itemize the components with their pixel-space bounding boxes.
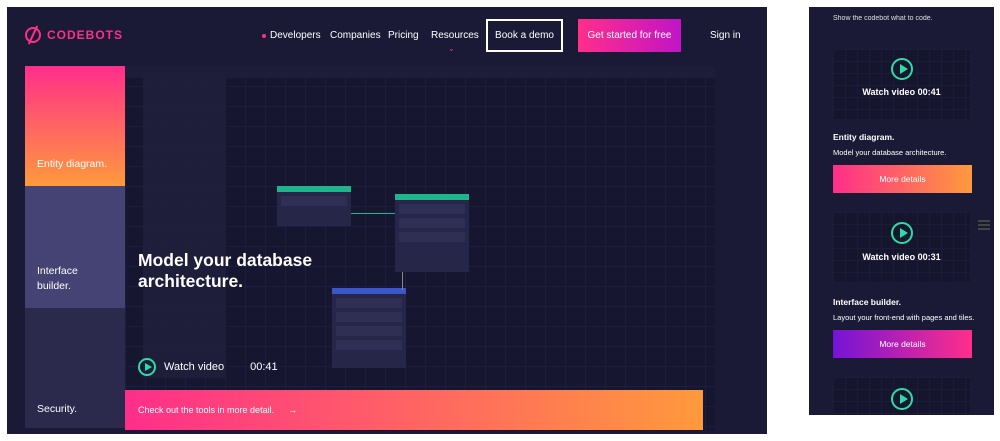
desktop-view: CODEBOTS Developers Companies Pricing Re…	[7, 7, 767, 434]
sidebar-item-interface-builder[interactable]: Interface builder.	[25, 186, 125, 308]
sidebar-item-label: Entity diagram.	[37, 158, 108, 170]
nav-link-resources[interactable]: Resources	[431, 30, 479, 41]
mobile-intro-text: Show the codebot what to code.	[833, 15, 933, 22]
video-preview[interactable]	[125, 66, 715, 431]
card-description: Layout your front-end with pages and til…	[833, 313, 975, 322]
top-nav: CODEBOTS Developers Companies Pricing Re…	[7, 7, 767, 65]
signin-link[interactable]: Sign in	[710, 30, 741, 41]
more-details-button[interactable]: More details	[833, 165, 972, 193]
chevron-down-icon: ⌄	[448, 44, 455, 53]
cta-label: Check out the tools in more detail.	[138, 405, 275, 415]
watch-video-label: Watch video 00:31	[862, 252, 941, 262]
sidebar-item-security[interactable]: Security.	[25, 308, 125, 428]
nav-link-pricing[interactable]: Pricing	[388, 30, 419, 41]
watch-video-button[interactable]: Watch video 00:41	[138, 358, 278, 376]
tools-detail-cta[interactable]: Check out the tools in more detail. →	[125, 390, 703, 430]
card-title: Interface builder.	[833, 297, 902, 307]
nav-link-companies[interactable]: Companies	[330, 30, 381, 41]
play-icon[interactable]	[891, 222, 913, 244]
arrow-right-icon: →	[288, 405, 298, 415]
diagram-connector	[351, 213, 395, 214]
diagram-connector	[402, 272, 403, 290]
book-demo-button[interactable]: Book a demo	[486, 19, 563, 52]
card-description: Model your database architecture.	[833, 148, 947, 157]
card-title: Entity diagram.	[833, 132, 895, 142]
play-icon	[138, 358, 156, 376]
active-dot-icon	[262, 34, 266, 38]
brand-logo[interactable]: CODEBOTS	[25, 27, 123, 43]
play-icon[interactable]	[891, 388, 913, 410]
play-icon[interactable]	[891, 58, 913, 80]
editor-tabbar	[125, 66, 715, 78]
video-duration: 00:41	[250, 361, 278, 373]
sidebar-item-entity-diagram[interactable]: Entity diagram.	[25, 66, 125, 186]
mobile-view: Show the codebot what to code. Watch vid…	[809, 7, 994, 415]
editor-side-panel	[143, 78, 225, 378]
hero-headline: Model your database architecture.	[138, 250, 313, 291]
nav-link-developers[interactable]: Developers	[270, 30, 321, 41]
sidebar-item-label: Interface builder.	[37, 265, 78, 292]
diagram-node	[277, 186, 351, 226]
sidebar-item-label: Security.	[37, 403, 78, 415]
watch-video-label: Watch video 00:41	[862, 87, 941, 97]
logo-icon	[25, 27, 41, 43]
hamburger-icon[interactable]	[978, 218, 990, 230]
diagram-node	[332, 288, 406, 368]
brand-name: CODEBOTS	[47, 28, 124, 42]
more-details-button[interactable]: More details	[833, 330, 972, 358]
get-started-button[interactable]: Get started for free	[578, 19, 681, 52]
diagram-node	[395, 194, 469, 272]
watch-label: Watch video	[164, 361, 225, 373]
